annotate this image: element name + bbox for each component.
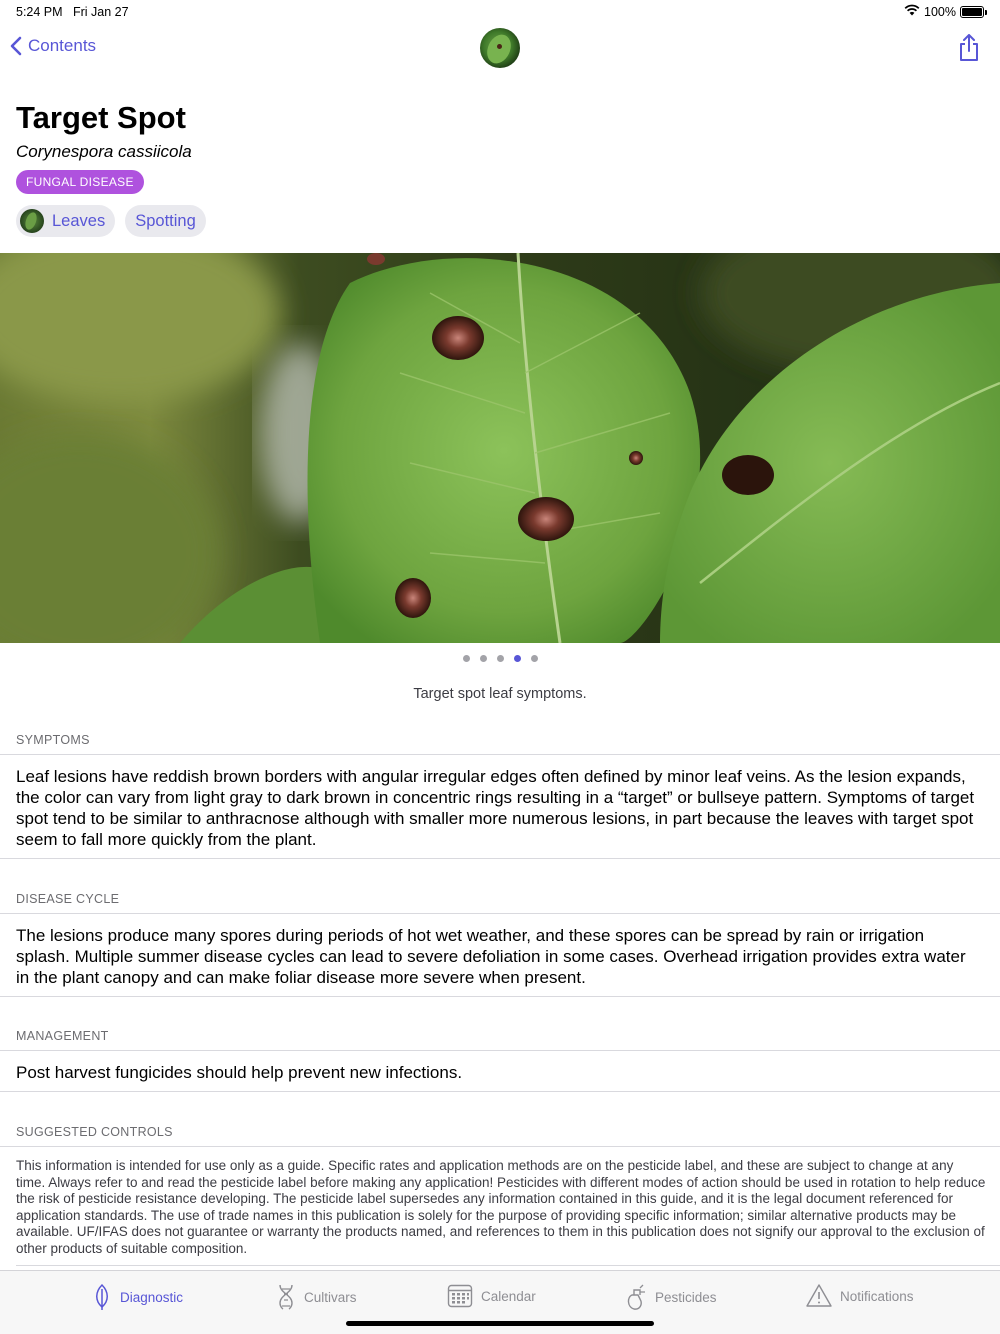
dna-icon: [279, 1284, 293, 1310]
symptoms-text: Leaf lesions have reddish brown borders …: [16, 767, 975, 849]
chip-label: Spotting: [135, 211, 196, 230]
divider: [0, 1091, 1000, 1092]
management-text: Post harvest fungicides should help prev…: [16, 1063, 463, 1082]
back-label: Contents: [28, 36, 97, 55]
battery-percent: 100%: [924, 4, 956, 19]
status-indicators: 100%: [904, 4, 987, 19]
symptoms-header: SYMPTOMS: [16, 733, 90, 747]
leaf-photo-illustration: [0, 253, 1000, 643]
image-caption: Target spot leaf symptoms.: [413, 686, 587, 702]
page-dot[interactable]: [496, 655, 504, 662]
management-header: MANAGEMENT: [16, 1029, 109, 1043]
wifi-icon: [904, 4, 920, 19]
calendar-icon: [447, 1284, 473, 1308]
tab-pesticides[interactable]: Pesticides: [625, 1283, 717, 1311]
divider: [0, 1146, 1000, 1147]
chip-label: Leaves: [52, 211, 106, 230]
divider: [0, 858, 1000, 859]
symptom-photo[interactable]: [0, 253, 1000, 643]
tab-diagnostic[interactable]: Diagnostic: [92, 1283, 183, 1311]
status-bar: 5:24 PM Fri Jan 27 100%: [0, 0, 1000, 24]
chip-spotting[interactable]: Spotting: [125, 205, 206, 237]
status-time: 5:24 PM: [16, 5, 63, 19]
share-icon: [960, 34, 978, 61]
page-dot[interactable]: [530, 655, 538, 662]
tab-label: Notifications: [840, 1288, 914, 1304]
tab-label: Cultivars: [304, 1289, 357, 1305]
page-dot[interactable]: [479, 655, 487, 662]
chip-leaves[interactable]: Leaves: [16, 205, 116, 237]
page-dot-current[interactable]: [513, 655, 521, 662]
tab-calendar[interactable]: Calendar: [447, 1283, 536, 1309]
page-dot[interactable]: [462, 655, 470, 662]
navigation-bar: Contents: [0, 24, 1000, 74]
leaf-icon: [96, 1283, 108, 1310]
chevron-left-icon: [10, 36, 22, 56]
share-button[interactable]: [958, 34, 980, 67]
battery-icon: [960, 5, 987, 18]
divider: [0, 996, 1000, 997]
leaf-thumbnail-icon: [20, 209, 44, 233]
disease-cycle-text: The lesions produce many spores during p…: [16, 926, 966, 987]
tab-label: Calendar: [481, 1288, 536, 1304]
suggested-controls-text: This information is intended for use onl…: [16, 1158, 986, 1256]
tab-cultivars[interactable]: Cultivars: [276, 1283, 357, 1311]
page-title: Target Spot: [16, 100, 186, 135]
tab-label: Pesticides: [655, 1289, 717, 1305]
divider: [0, 1050, 1000, 1051]
leaf-thumbnail-icon: [480, 28, 520, 68]
divider: [0, 913, 1000, 914]
divider: [16, 1265, 1000, 1266]
tab-label: Diagnostic: [120, 1289, 184, 1305]
tag-chips: Leaves Spotting: [16, 205, 206, 237]
divider: [0, 754, 1000, 755]
home-indicator[interactable]: [346, 1321, 654, 1326]
suggested-controls-header: SUGGESTED CONTROLS: [16, 1125, 173, 1139]
disease-type-badge: FUNGAL DISEASE: [16, 170, 144, 194]
warning-icon: [806, 1284, 832, 1307]
scientific-name: Corynespora cassiicola: [16, 142, 192, 161]
image-page-indicator[interactable]: [0, 655, 1000, 662]
tab-notifications[interactable]: Notifications: [806, 1283, 914, 1309]
spray-icon: [627, 1284, 645, 1310]
status-date: Fri Jan 27: [73, 5, 129, 19]
disease-cycle-header: DISEASE CYCLE: [16, 892, 120, 906]
back-button[interactable]: Contents: [10, 36, 96, 56]
